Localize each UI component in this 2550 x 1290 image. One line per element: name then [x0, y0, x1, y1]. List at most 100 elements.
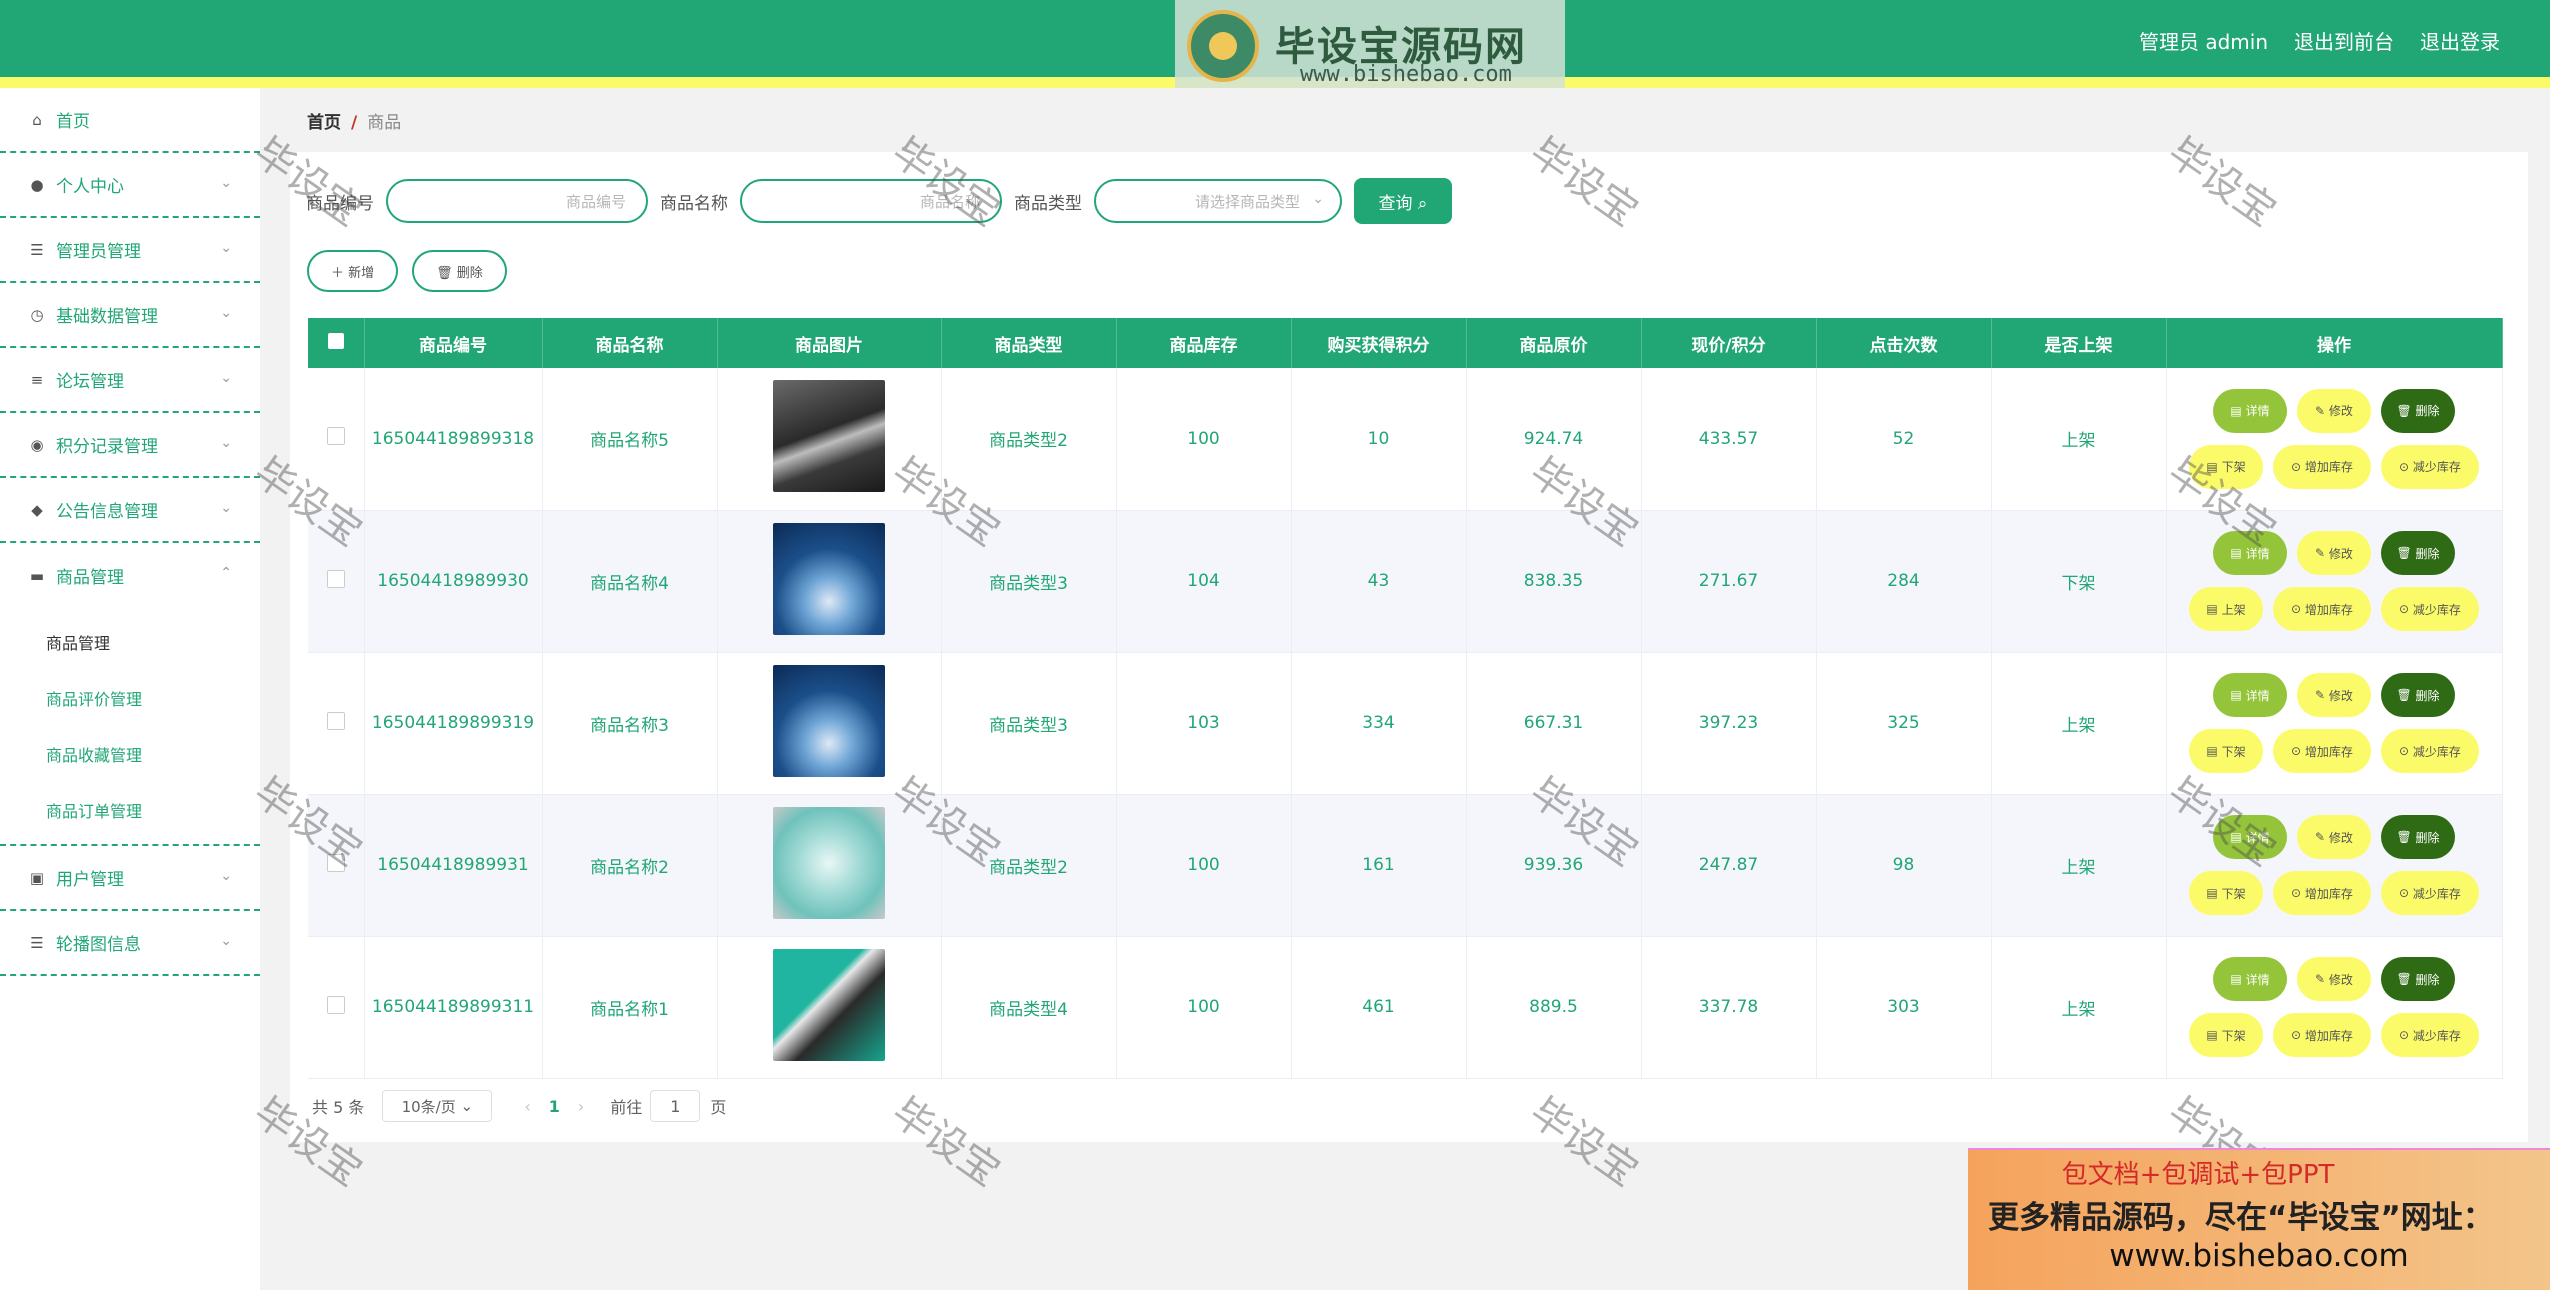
- location-icon: ⊙: [2291, 602, 2305, 616]
- detail-label: 详情: [2245, 972, 2270, 987]
- decrease-stock-label: 减少库存: [2412, 744, 2461, 759]
- decrease-stock-button[interactable]: ⊙ 减少库存: [2381, 871, 2479, 915]
- delete-button[interactable]: 🗑 删除: [2381, 531, 2455, 575]
- goods-thumbnail[interactable]: [773, 806, 885, 919]
- select-all-cell[interactable]: [308, 318, 365, 368]
- goods-image-cell: [717, 794, 942, 937]
- goods-original-price-cell: 939.36: [1466, 794, 1642, 937]
- increase-stock-button[interactable]: ⊙ 增加库存: [2273, 729, 2371, 773]
- ad-line2: 更多精品源码，尽在“毕设宝”网址：: [1988, 1200, 2494, 1236]
- increase-stock-button[interactable]: ⊙ 增加库存: [2273, 1013, 2371, 1057]
- increase-stock-button[interactable]: ⊙ 增加库存: [2273, 444, 2371, 489]
- sidebar-item-notice[interactable]: ◆ 公告信息管理 ⌄: [0, 478, 260, 543]
- next-page-button[interactable]: ›: [578, 1097, 584, 1116]
- decrease-stock-button[interactable]: ⊙ 减少库存: [2381, 729, 2479, 773]
- sidebar-item-points[interactable]: ◉ 积分记录管理 ⌄: [0, 413, 260, 478]
- row-checkbox[interactable]: [326, 995, 345, 1014]
- select-all-checkbox[interactable]: [327, 332, 344, 349]
- goods-image-cell: [717, 936, 942, 1079]
- page-number[interactable]: 1: [549, 1097, 560, 1116]
- delete-button[interactable]: 🗑 删除: [2381, 673, 2455, 717]
- goods-code-cell: 16504418989930: [364, 510, 543, 653]
- logout-link[interactable]: 退出登录: [2420, 26, 2500, 55]
- file-icon: ▤: [2230, 403, 2246, 418]
- goods-code-cell: 165044189899318: [364, 368, 543, 511]
- sidebar-subitem-goods[interactable]: 商品管理: [0, 614, 260, 670]
- shelf-toggle-label: 上架: [2221, 602, 2246, 617]
- sidebar-item-goods[interactable]: ▬ 商品管理 ⌃: [0, 543, 260, 608]
- detail-button[interactable]: ▤ 详情: [2213, 673, 2287, 717]
- sidebar-item-profile[interactable]: ● 个人中心 ⌄: [0, 153, 260, 218]
- code-input[interactable]: 商品编号: [386, 179, 648, 223]
- breadcrumb-current: 商品: [367, 113, 402, 133]
- shelf-toggle-button[interactable]: ▤ 下架: [2189, 871, 2263, 915]
- goods-image-cell: [717, 510, 942, 653]
- query-button[interactable]: 查询 ⌕: [1354, 178, 1452, 224]
- detail-button[interactable]: ▤ 详情: [2213, 531, 2287, 575]
- sidebar-subitem-favorites[interactable]: 商品收藏管理: [0, 726, 260, 782]
- detail-button[interactable]: ▤ 详情: [2213, 388, 2287, 433]
- detail-button[interactable]: ▤ 详情: [2213, 957, 2287, 1001]
- shelf-toggle-label: 下架: [2221, 460, 2246, 475]
- decrease-stock-button[interactable]: ⊙ 减少库存: [2381, 1013, 2479, 1057]
- breadcrumb-home[interactable]: 首页: [307, 113, 341, 133]
- goods-type-cell: 商品类型3: [941, 510, 1117, 653]
- goods-thumbnail[interactable]: [773, 380, 885, 493]
- goods-thumbnail[interactable]: [773, 522, 885, 635]
- edit-button[interactable]: ✎ 修改: [2297, 673, 2371, 717]
- row-select-cell[interactable]: [308, 368, 365, 511]
- edit-button[interactable]: ✎ 修改: [2297, 531, 2371, 575]
- sidebar-item-home[interactable]: ⌂ 首页: [0, 88, 260, 153]
- row-select-cell[interactable]: [308, 936, 365, 1079]
- goods-thumbnail[interactable]: [773, 948, 885, 1061]
- row-checkbox[interactable]: [326, 711, 345, 730]
- row-checkbox[interactable]: [326, 427, 345, 446]
- table-row: 165044189899319 商品名称3 商品类型3 103 334 667.31 397…: [308, 652, 2503, 795]
- row-select-cell[interactable]: [308, 652, 365, 795]
- goods-thumbnail[interactable]: [773, 664, 885, 777]
- add-button[interactable]: ＋ 新增: [307, 250, 399, 292]
- menu-icon: ☰: [30, 933, 44, 952]
- sidebar-subitem-reviews[interactable]: 商品评价管理: [0, 670, 260, 726]
- delete-button[interactable]: 🗑 删除: [2381, 388, 2455, 433]
- prev-page-button[interactable]: ‹: [524, 1097, 530, 1116]
- decrease-stock-button[interactable]: ⊙ 减少库存: [2381, 587, 2479, 631]
- ad-line1: 包文档+包调试+包PPT: [2061, 1160, 2335, 1190]
- shelf-toggle-button[interactable]: ▤ 上架: [2189, 587, 2263, 631]
- sidebar-item-carousel[interactable]: ☰ 轮播图信息 ⌄: [0, 911, 260, 976]
- file-icon: ▤: [2206, 459, 2222, 474]
- edit-button[interactable]: ✎ 修改: [2297, 388, 2371, 433]
- type-select[interactable]: 请选择商品类型 ⌄: [1094, 179, 1342, 223]
- delete-label: 删除: [2415, 688, 2440, 703]
- row-checkbox[interactable]: [326, 853, 345, 872]
- batch-delete-button[interactable]: 🗑 删除: [412, 250, 507, 292]
- edit-button[interactable]: ✎ 修改: [2297, 957, 2371, 1001]
- row-checkbox[interactable]: [326, 569, 345, 588]
- sidebar-subitem-orders[interactable]: 商品订单管理: [0, 782, 260, 838]
- decrease-stock-button[interactable]: ⊙ 减少库存: [2381, 444, 2479, 489]
- sidebar-item-forum[interactable]: ≡ 论坛管理 ⌄: [0, 348, 260, 413]
- increase-stock-button[interactable]: ⊙ 增加库存: [2273, 587, 2371, 631]
- row-select-cell[interactable]: [308, 794, 365, 937]
- increase-stock-button[interactable]: ⊙ 增加库存: [2273, 871, 2371, 915]
- operations-cell: ▤ 详情 ✎ 修改 🗑 删除 ▤ 下架 ⊙ 增加库存 ⊙ 减少库存: [2166, 936, 2503, 1079]
- delete-button[interactable]: 🗑 删除: [2381, 815, 2455, 859]
- sidebar-item-basedata[interactable]: ◷ 基础数据管理 ⌄: [0, 283, 260, 348]
- shelf-toggle-button[interactable]: ▤ 下架: [2189, 729, 2263, 773]
- delete-button[interactable]: 🗑 删除: [2381, 957, 2455, 1001]
- chevron-down-icon: ⌄: [220, 175, 232, 191]
- sliders-icon: ≡: [30, 370, 44, 389]
- shelf-toggle-button[interactable]: ▤ 下架: [2189, 444, 2263, 489]
- front-link[interactable]: 退出到前台: [2294, 26, 2394, 55]
- page-size-select[interactable]: 10条/页 ⌄: [382, 1090, 493, 1122]
- sidebar-item-admins[interactable]: ☰ 管理员管理 ⌄: [0, 218, 260, 283]
- sidebar-item-users[interactable]: ▣ 用户管理 ⌄: [0, 846, 260, 911]
- shelf-toggle-button[interactable]: ▤ 下架: [2189, 1013, 2263, 1057]
- edit-button[interactable]: ✎ 修改: [2297, 815, 2371, 859]
- row-select-cell[interactable]: [308, 510, 365, 653]
- ad-banner[interactable]: 包文档+包调试+包PPT 更多精品源码，尽在“毕设宝”网址： www.bishe…: [1968, 1148, 2550, 1290]
- detail-button[interactable]: ▤ 详情: [2213, 815, 2287, 859]
- goods-clicks-cell: 303: [1816, 936, 1992, 1079]
- name-input[interactable]: 商品名称: [740, 179, 1002, 223]
- goto-page-input[interactable]: 1: [650, 1090, 701, 1122]
